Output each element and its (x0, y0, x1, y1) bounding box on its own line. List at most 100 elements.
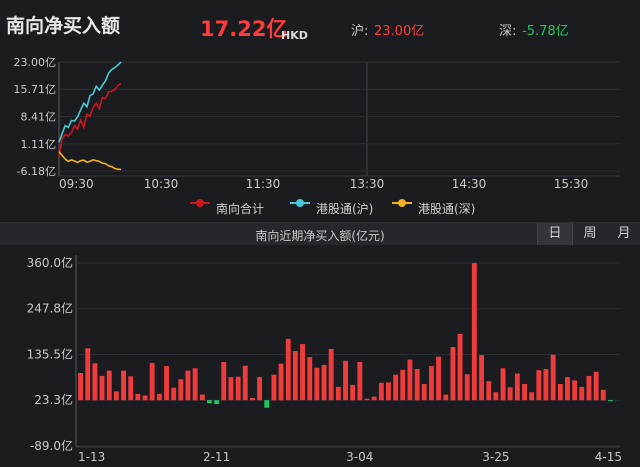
bar-mark (421, 384, 427, 401)
line-y-tick-label: 8.41亿 (21, 111, 57, 124)
bar-mark (278, 363, 284, 401)
bar-mark (529, 392, 535, 401)
legend-dot-sz (398, 199, 406, 207)
bar-mark (199, 394, 205, 401)
legend-dot-sh (296, 199, 304, 207)
legend-label-sz: 港股通(深) (418, 202, 476, 216)
bar-mark (135, 393, 141, 401)
bar-mark (536, 370, 542, 401)
line-y-tick-label: 15.71亿 (14, 83, 57, 96)
bar-mark (328, 349, 334, 401)
bar-mark (78, 373, 83, 401)
bar-mark (586, 375, 592, 401)
bar-mark (264, 400, 270, 408)
shenzhen-value: -5.78亿 (522, 24, 569, 39)
bar-mark (121, 370, 126, 401)
bar-mark (92, 363, 98, 401)
bar-mark (300, 344, 305, 401)
bar-mark (457, 333, 463, 401)
bar-mark (178, 379, 184, 401)
bar-mark (113, 391, 119, 401)
bar-mark (407, 359, 413, 401)
bar-mark (557, 384, 563, 401)
bar-mark (343, 360, 348, 401)
bar-mark (149, 362, 155, 401)
intraday-line-chart: 23.00亿 15.71亿 8.41亿 1.11亿 -6.18亿 09:30 10:30 1… (14, 56, 620, 191)
bar-mark (486, 381, 492, 401)
bar-mark (414, 369, 420, 401)
bar-mark (514, 373, 520, 401)
bar-mark (400, 369, 406, 401)
bar-mark (471, 263, 477, 401)
tab-month[interactable]: 月 (607, 223, 640, 245)
page-title: 南向净买入额 (6, 15, 121, 37)
bar-mark (565, 377, 570, 401)
bar-mark (464, 374, 470, 401)
bar-mark (443, 394, 449, 401)
bar-mark (214, 400, 220, 404)
bar-mark (608, 400, 613, 402)
line-x-tick-label: 15:30 (554, 177, 589, 191)
bar-mark (314, 367, 320, 401)
bar-mark (436, 356, 441, 401)
bar-mark (378, 382, 384, 401)
bar-mark (106, 370, 112, 401)
bar-x-tick-label: 4-15 (595, 450, 622, 464)
shanghai-label: 沪: (351, 24, 369, 39)
bar-mark (550, 354, 556, 401)
bar-mark (393, 374, 399, 401)
bar-mark (242, 365, 248, 401)
bar-mark (350, 384, 356, 401)
bar-mark (364, 398, 370, 401)
bar-mark (192, 368, 198, 401)
tab-week[interactable]: 周 (573, 223, 607, 245)
shenzhen-label: 深: (499, 24, 517, 39)
bar-y-tick-label: 135.5亿 (27, 347, 73, 362)
line-series-0 (58, 82, 122, 158)
tab-day[interactable]: 日 (537, 223, 573, 245)
bar-mark (228, 377, 234, 401)
bar-mark (307, 357, 313, 401)
line-series-1 (58, 61, 122, 143)
bar-mark (164, 366, 169, 401)
bar-mark (292, 351, 298, 401)
currency-unit: HKD (281, 29, 308, 42)
bar-mark (156, 393, 162, 401)
recent-flow-toolbar: 南向近期净买入额(亿元) 日 周 月 (0, 222, 640, 245)
bar-y-tick-label: 247.8亿 (27, 301, 73, 316)
legend-label-south: 南向合计 (216, 202, 265, 216)
bar-mark (593, 371, 599, 401)
bar-mark (321, 364, 327, 401)
line-x-tick-label: 11:30 (246, 177, 281, 191)
bar-mark (579, 386, 585, 401)
bar-x-tick-label: 2-11 (203, 450, 230, 464)
bar-mark (600, 389, 606, 401)
bar-y-tick-label: 360.0亿 (27, 255, 73, 270)
shanghai-value: 23.00亿 (374, 24, 425, 39)
bar-mark (386, 382, 391, 401)
bar-mark (572, 380, 578, 401)
line-series-2 (58, 151, 122, 171)
daily-net-buy-bar-chart: 360.0亿 247.8亿 135.5亿 23.3亿 -89.0亿 1-13 2-11 3-… (27, 255, 622, 464)
bar-mark (493, 392, 499, 401)
bar-mark (142, 395, 148, 401)
bar-mark (507, 387, 513, 401)
line-x-tick-label: 14:30 (452, 177, 487, 191)
bar-mark (479, 355, 484, 401)
bar-mark (357, 362, 363, 401)
legend-dot-south (196, 199, 204, 207)
bar-mark (85, 348, 91, 401)
bar-mark (271, 374, 277, 401)
line-x-tick-label: 09:30 (59, 177, 94, 191)
line-y-tick-label: 23.00亿 (14, 56, 57, 69)
bar-mark (171, 387, 177, 401)
line-y-tick-label: 1.11亿 (21, 138, 57, 151)
bar-y-tick-label: 23.3亿 (34, 392, 73, 407)
bar-mark (450, 347, 456, 401)
bar-y-tick-label: -89.0亿 (30, 438, 73, 453)
line-x-tick-label: 13:30 (350, 177, 385, 191)
line-x-tick-label: 10:30 (144, 177, 179, 191)
bar-mark (522, 384, 527, 401)
bar-x-tick-label: 3-25 (482, 450, 509, 464)
line-y-tick-label: -6.18亿 (17, 165, 56, 178)
